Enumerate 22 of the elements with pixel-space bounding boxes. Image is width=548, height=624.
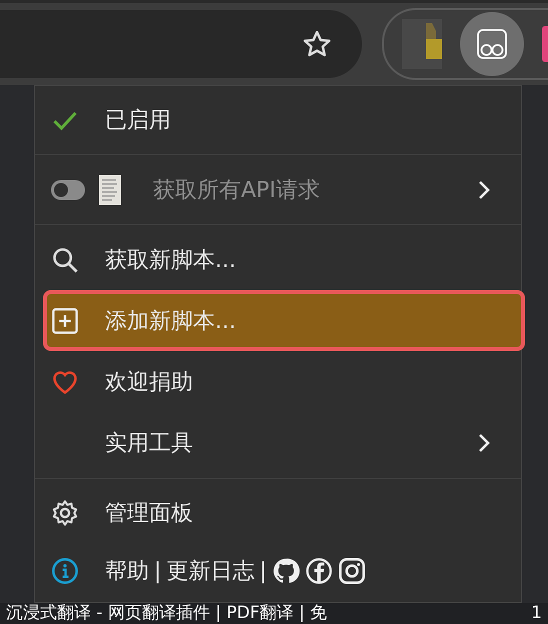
menu-item[interactable]: 实用工具 bbox=[35, 412, 521, 474]
plus-square-icon bbox=[51, 306, 79, 335]
menu-item[interactable]: 添加新脚本... bbox=[43, 290, 525, 352]
help-link[interactable]: 更新日志 bbox=[166, 556, 254, 586]
menu-item[interactable]: 管理面板 bbox=[35, 482, 521, 544]
separator-text: | bbox=[154, 558, 162, 584]
instagram-icon[interactable] bbox=[338, 557, 366, 586]
info-icon bbox=[51, 557, 79, 586]
bookmark-star-icon[interactable] bbox=[302, 29, 332, 59]
script-manager-icon bbox=[476, 28, 508, 60]
separator-text: | bbox=[259, 558, 267, 584]
menu-item[interactable]: 获取新脚本... bbox=[35, 229, 521, 290]
menu-item[interactable]: 欢迎捐助 bbox=[35, 351, 521, 413]
search-icon bbox=[51, 246, 79, 274]
help-link[interactable]: 帮助 bbox=[105, 556, 149, 586]
settings-icon bbox=[51, 499, 79, 528]
facebook-icon[interactable] bbox=[304, 557, 333, 586]
page-number: 1 bbox=[531, 603, 542, 624]
document-icon bbox=[99, 174, 121, 205]
menu-item[interactable]: 已启用 bbox=[35, 89, 521, 150]
github-icon[interactable] bbox=[272, 557, 300, 586]
page-title: 沉浸式翻译 - 网页翻译插件 | PDF翻译 | 免 bbox=[6, 603, 328, 624]
